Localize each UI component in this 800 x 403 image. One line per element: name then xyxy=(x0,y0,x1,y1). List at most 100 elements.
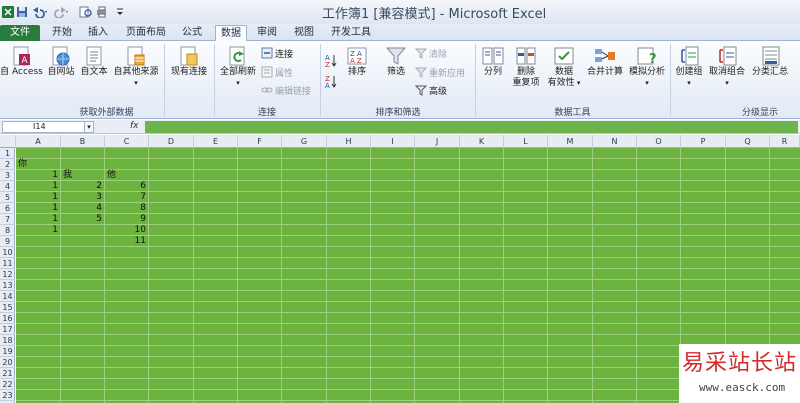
from-access-button[interactable]: A 自 Access xyxy=(0,45,43,78)
print-preview-icon[interactable] xyxy=(79,4,93,19)
redo-icon[interactable] xyxy=(52,4,70,19)
row-header[interactable]: 13 xyxy=(0,280,15,291)
refresh-all-button[interactable]: 全部刷新 ▾ xyxy=(216,45,260,89)
excel-logo-icon[interactable] xyxy=(2,4,14,19)
row-header[interactable]: 14 xyxy=(0,291,15,302)
row-header[interactable]: 8 xyxy=(0,225,15,236)
cell-a3[interactable]: 1 xyxy=(16,170,58,181)
clear-filter-button[interactable]: 清除 xyxy=(414,47,447,63)
column-header[interactable]: G xyxy=(282,135,327,148)
column-header[interactable]: K xyxy=(460,135,504,148)
column-header[interactable]: M xyxy=(548,135,593,148)
column-header[interactable]: Q xyxy=(726,135,770,148)
tab-formulas[interactable]: 公式 xyxy=(178,25,206,41)
cell-c3[interactable]: 他 xyxy=(107,170,116,181)
column-header[interactable]: L xyxy=(504,135,548,148)
column-header[interactable]: J xyxy=(415,135,460,148)
cell-c8[interactable]: 10 xyxy=(105,225,146,236)
save-icon[interactable] xyxy=(16,4,28,19)
from-text-button[interactable]: 自文本 xyxy=(78,45,110,78)
column-header[interactable]: F xyxy=(238,135,282,148)
insert-function-icon[interactable]: fx xyxy=(130,121,139,131)
row-header[interactable]: 23 xyxy=(0,390,15,401)
column-header[interactable]: O xyxy=(637,135,681,148)
column-header[interactable]: I xyxy=(371,135,415,148)
undo-icon[interactable] xyxy=(31,4,49,19)
row-header[interactable]: 7 xyxy=(0,214,15,225)
row-header[interactable]: 4 xyxy=(0,181,15,192)
tab-insert[interactable]: 插入 xyxy=(84,25,112,41)
row-header[interactable]: 19 xyxy=(0,346,15,357)
tab-data[interactable]: 数据 xyxy=(215,25,247,42)
cell-c9[interactable]: 11 xyxy=(105,236,146,247)
cell-b6[interactable]: 4 xyxy=(61,203,102,214)
chevron-down-icon[interactable]: ▾ xyxy=(84,121,94,133)
row-header[interactable]: 11 xyxy=(0,258,15,269)
consolidate-button[interactable]: 合并计算 xyxy=(585,45,625,78)
text-to-columns-button[interactable]: 分列 xyxy=(478,45,508,78)
tab-view[interactable]: 视图 xyxy=(290,25,318,41)
tab-file[interactable]: 文件 xyxy=(0,25,40,41)
tab-home[interactable]: 开始 xyxy=(48,25,76,41)
select-all-corner[interactable] xyxy=(0,135,16,148)
cell-b4[interactable]: 2 xyxy=(61,181,102,192)
row-header[interactable]: 17 xyxy=(0,324,15,335)
printer-icon[interactable] xyxy=(96,4,106,19)
row-header[interactable]: 1 xyxy=(0,148,15,159)
data-validation-button[interactable]: 数据 有效性 ▾ xyxy=(544,45,584,89)
sort-button[interactable]: Z AA Z 排序 xyxy=(342,45,372,78)
sort-descending-button[interactable]: ZA xyxy=(324,74,338,92)
from-web-button[interactable]: 自网站 xyxy=(44,45,78,78)
row-header[interactable]: 16 xyxy=(0,313,15,324)
row-header[interactable]: 10 xyxy=(0,247,15,258)
column-header[interactable]: C xyxy=(105,135,149,148)
from-other-sources-button[interactable]: 自其他来源 ▾ xyxy=(110,45,162,89)
cell-a4[interactable]: 1 xyxy=(16,181,58,192)
row-header[interactable]: 22 xyxy=(0,379,15,390)
row-header[interactable]: 18 xyxy=(0,335,15,346)
existing-connections-button[interactable]: 现有连接 xyxy=(166,45,212,78)
subtotal-button[interactable]: 分类汇总 xyxy=(749,45,791,78)
column-header[interactable]: H xyxy=(327,135,371,148)
tab-page-layout[interactable]: 页面布局 xyxy=(122,25,170,41)
tab-developer[interactable]: 开发工具 xyxy=(327,25,375,41)
row-header[interactable]: 6 xyxy=(0,203,15,214)
cell-c5[interactable]: 7 xyxy=(105,192,146,203)
cell-a8[interactable]: 1 xyxy=(16,225,58,236)
cell-a5[interactable]: 1 xyxy=(16,192,58,203)
customize-qat-icon[interactable] xyxy=(116,4,124,19)
row-header[interactable]: 2 xyxy=(0,159,15,170)
column-header[interactable]: A xyxy=(16,135,61,148)
column-header[interactable]: B xyxy=(61,135,105,148)
cell-c4[interactable]: 6 xyxy=(105,181,146,192)
column-header[interactable]: R xyxy=(770,135,800,148)
row-header[interactable]: 15 xyxy=(0,302,15,313)
cell-a2[interactable]: 你 xyxy=(18,159,27,170)
connections-button[interactable]: 连接 xyxy=(261,47,293,63)
tab-review[interactable]: 审阅 xyxy=(253,25,281,41)
remove-duplicates-button[interactable]: 删除 重复项 xyxy=(510,45,542,89)
filter-button[interactable]: 筛选 xyxy=(380,45,412,78)
cell-c6[interactable]: 8 xyxy=(105,203,146,214)
sort-ascending-button[interactable]: AZ xyxy=(324,53,338,71)
edit-links-button[interactable]: 编辑链接 xyxy=(261,84,311,100)
row-header[interactable]: 9 xyxy=(0,236,15,247)
column-header[interactable]: E xyxy=(194,135,238,148)
cell-b7[interactable]: 5 xyxy=(61,214,102,225)
cell-b5[interactable]: 3 xyxy=(61,192,102,203)
column-header[interactable]: P xyxy=(681,135,726,148)
formula-input[interactable] xyxy=(145,121,798,133)
row-header[interactable]: 21 xyxy=(0,368,15,379)
row-header[interactable]: 3 xyxy=(0,170,15,181)
advanced-filter-button[interactable]: 高级 xyxy=(414,84,447,100)
reapply-filter-button[interactable]: 重新应用 xyxy=(414,66,465,82)
properties-button[interactable]: 属性 xyxy=(261,66,293,82)
cell-a7[interactable]: 1 xyxy=(16,214,58,225)
row-header[interactable]: 12 xyxy=(0,269,15,280)
cell-c7[interactable]: 9 xyxy=(105,214,146,225)
cell-b3[interactable]: 我 xyxy=(63,170,72,181)
ungroup-button[interactable]: 取消组合 ▾ xyxy=(707,45,747,89)
name-box[interactable]: I14 xyxy=(2,121,94,133)
what-if-analysis-button[interactable]: ? 模拟分析 ▾ xyxy=(626,45,668,89)
column-header[interactable]: D xyxy=(149,135,194,148)
